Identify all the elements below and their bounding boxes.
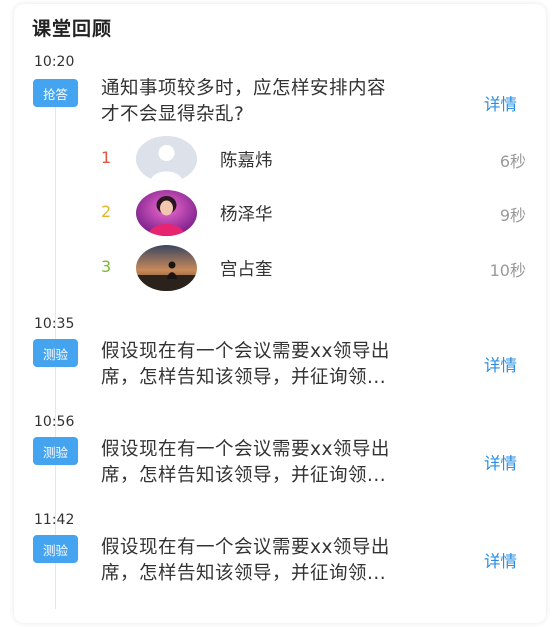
- question-line: 假设现在有一个会议需要xx领导出: [101, 439, 390, 460]
- answerer-name: 宫占奎: [220, 260, 273, 280]
- entry-question[interactable]: 假设现在有一个会议需要xx领导出 席，怎样告知该领导，并征询领...: [101, 535, 471, 587]
- question-line: 通知事项较多时，应怎样安排内容: [101, 78, 387, 99]
- entry-type-badge: 抢答: [33, 79, 78, 107]
- photo-avatar-sunset: [136, 245, 197, 291]
- answerer-name: 杨泽华: [220, 205, 273, 225]
- person-silhouette-icon: [136, 136, 197, 182]
- detail-link[interactable]: 详情: [484, 548, 517, 572]
- question-line: 假设现在有一个会议需要xx领导出: [101, 341, 390, 362]
- section-title: 课堂回顾: [32, 18, 113, 40]
- question-line: 席，怎样告知该领导，并征询领...: [101, 465, 387, 486]
- entry-type-badge: 测验: [33, 535, 78, 563]
- answer-rank: 2: [101, 202, 112, 221]
- entry-type-badge: 测验: [33, 339, 78, 367]
- entry-time: 11:42: [34, 512, 75, 528]
- question-line: 席，怎样告知该领导，并征询领...: [101, 367, 387, 388]
- answer-duration: 6秒: [499, 152, 526, 171]
- entry-time: 10:20: [34, 54, 75, 70]
- detail-link[interactable]: 详情: [484, 450, 517, 474]
- photo-avatar-woman: [136, 190, 197, 236]
- entry-time: 10:35: [34, 316, 75, 332]
- answerer-name: 陈嘉炜: [220, 151, 273, 171]
- user-photo-icon: [136, 190, 197, 236]
- detail-link[interactable]: 详情: [484, 91, 517, 115]
- default-avatar: [136, 136, 197, 182]
- answer-duration: 9秒: [499, 206, 526, 225]
- question-line: 假设现在有一个会议需要xx领导出: [101, 537, 390, 558]
- question-line: 才不会显得杂乱?: [101, 104, 245, 125]
- detail-link[interactable]: 详情: [484, 352, 517, 376]
- entry-question[interactable]: 假设现在有一个会议需要xx领导出 席，怎样告知该领导，并征询领...: [101, 437, 471, 489]
- answer-rank: 3: [101, 257, 112, 276]
- entry-time: 10:56: [34, 414, 75, 430]
- question-line: 席，怎样告知该领导，并征询领...: [101, 563, 387, 584]
- entry-question[interactable]: 通知事项较多时，应怎样安排内容 才不会显得杂乱?: [101, 76, 471, 128]
- entry-question[interactable]: 假设现在有一个会议需要xx领导出 席，怎样告知该领导，并征询领...: [101, 339, 471, 391]
- answer-rank: 1: [101, 148, 112, 167]
- answer-duration: 10秒: [489, 261, 526, 280]
- entry-type-badge: 测验: [33, 437, 78, 465]
- user-photo-icon: [136, 245, 197, 291]
